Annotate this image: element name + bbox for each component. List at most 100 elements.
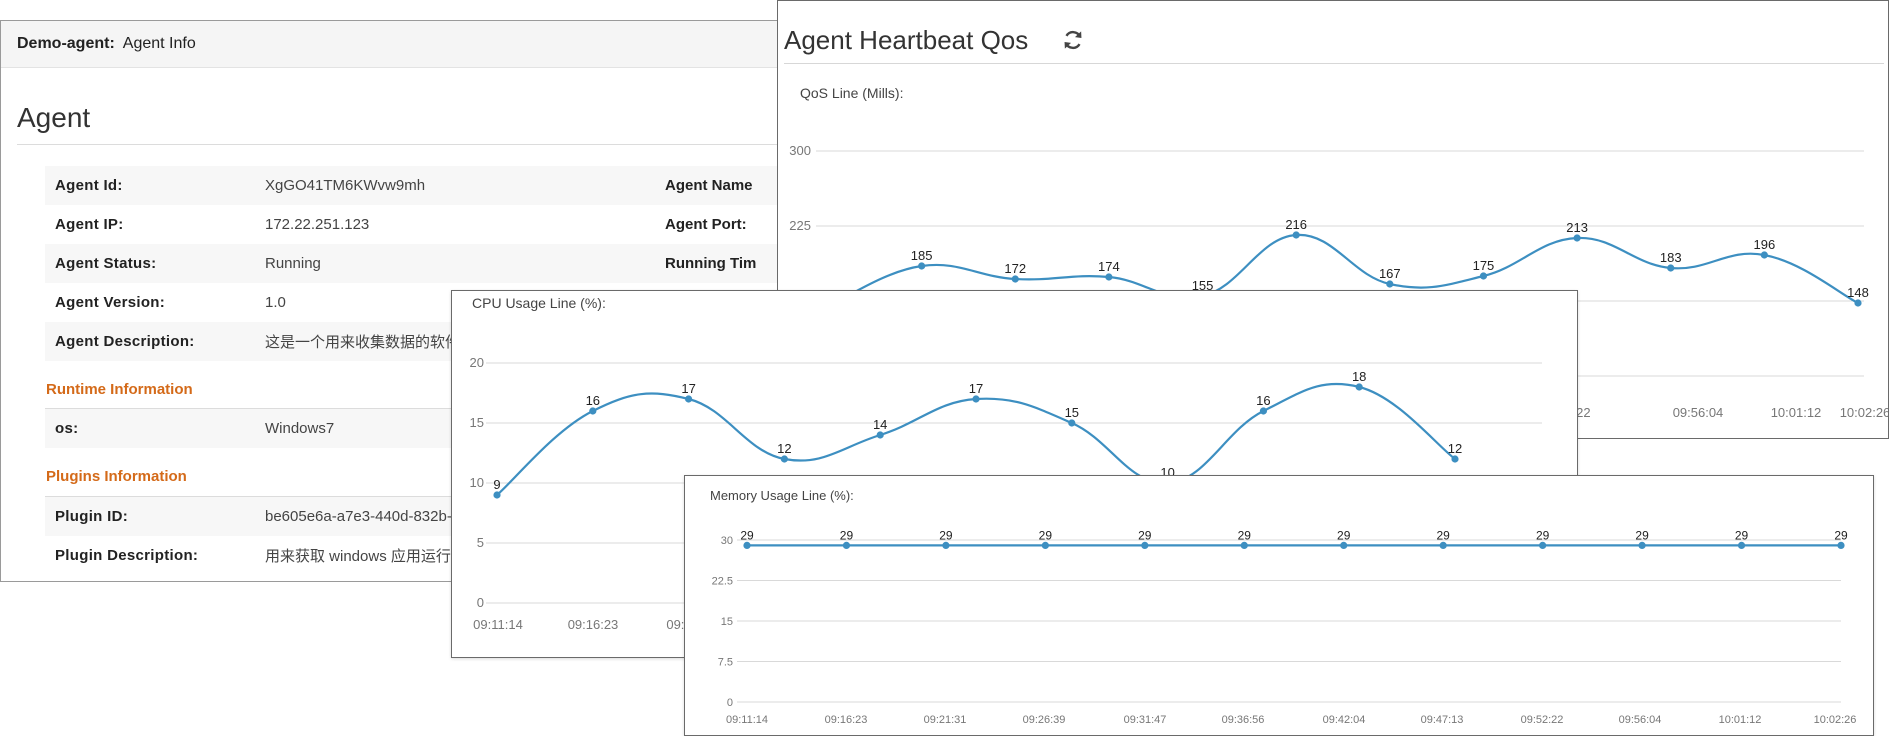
data-point <box>1760 251 1768 259</box>
data-point <box>972 395 980 403</box>
os-label: os: <box>45 408 255 448</box>
data-label: 29 <box>1735 528 1749 542</box>
y-tick-label: 20 <box>470 355 484 370</box>
data-point <box>780 455 788 463</box>
x-tick-label: 10:02:26 <box>1814 714 1857 726</box>
data-label: 29 <box>840 528 854 542</box>
running-time-label: Running Tim <box>655 244 789 283</box>
memory-line-chart: 30 22.5 15 7.5 0 29 29 29 29 29 29 29 29 29 29 29 29 09:1… <box>712 528 1857 726</box>
data-point <box>1068 419 1076 427</box>
x-tick-label: 09:16:23 <box>568 617 619 632</box>
data-label: 16 <box>1256 393 1270 408</box>
data-label: 172 <box>1004 261 1026 276</box>
x-tick-label: 09:36:56 <box>1222 714 1265 726</box>
data-label: 29 <box>1238 528 1252 542</box>
x-tick-label: 09:52:22 <box>1521 714 1564 726</box>
x-tick-label: 09:47:13 <box>1421 714 1464 726</box>
agent-ip-label: Agent IP: <box>55 216 124 233</box>
y-tick-label: 300 <box>789 143 811 158</box>
data-point <box>1439 541 1447 549</box>
data-point <box>685 395 693 403</box>
x-tick-label: 09:56:04 <box>1673 405 1724 420</box>
agent-status-label: Agent Status: <box>45 244 255 283</box>
data-label: 29 <box>1337 528 1351 542</box>
data-label: 17 <box>681 381 695 396</box>
data-point <box>1737 541 1746 549</box>
data-label: 183 <box>1660 250 1682 265</box>
data-label: 216 <box>1285 217 1307 232</box>
data-label: 29 <box>1437 528 1451 542</box>
data-point <box>589 407 597 415</box>
data-point <box>1638 541 1646 549</box>
data-point <box>1240 541 1248 549</box>
x-tick-label: 09:31:47 <box>1124 714 1167 726</box>
agent-name-label: Agent Name <box>655 166 789 205</box>
data-point <box>1105 273 1113 281</box>
y-tick-label: 15 <box>470 415 484 430</box>
y-tick-label: 0 <box>477 595 484 610</box>
y-tick-label: 22.5 <box>712 576 733 588</box>
agent-ip-value: 172.22.251.123 <box>265 216 370 233</box>
x-tick-label: 10:02:26 <box>1840 405 1888 420</box>
data-label: 12 <box>1448 441 1462 456</box>
agent-info-header: Demo-agent: Agent Info <box>1 21 789 68</box>
data-point <box>1667 264 1675 272</box>
agent-title: Agent <box>17 102 91 133</box>
data-point <box>1011 275 1019 283</box>
x-tick-label: 09:11:14 <box>726 714 768 726</box>
y-tick-label: 225 <box>789 218 811 233</box>
data-point <box>493 491 501 499</box>
memory-usage-panel: Memory Usage Line (%): 30 22.5 15 7.5 0 29 29 2… <box>684 475 1874 736</box>
data-label: 29 <box>939 528 953 542</box>
data-label: 17 <box>969 381 983 396</box>
data-point <box>1355 383 1363 391</box>
x-tick-label: 09:16:23 <box>825 714 868 726</box>
x-tick-label: 09:56:04 <box>1619 714 1662 726</box>
y-tick-label: 10 <box>470 475 484 490</box>
table-row: Agent Status: Running Running Tim <box>45 244 789 283</box>
plugin-description-label: Plugin Description: <box>55 547 199 564</box>
plugins-information-title: Plugins Information <box>46 468 187 485</box>
data-label: 15 <box>1065 405 1079 420</box>
agent-id-label: Agent Id: <box>45 166 255 205</box>
plugin-id-label: Plugin ID: <box>45 496 255 536</box>
data-label: 29 <box>1834 528 1848 542</box>
data-label: 167 <box>1379 266 1401 281</box>
x-tick-label: 09:42:04 <box>1323 714 1366 726</box>
data-label: 9 <box>493 477 500 492</box>
agent-status-value: Running <box>255 244 655 283</box>
agent-version-label: Agent Version: <box>55 294 166 311</box>
data-point <box>1041 541 1049 549</box>
data-label: 175 <box>1473 258 1495 273</box>
x-tick-label: 10:01:12 <box>1719 714 1762 726</box>
data-point <box>1479 272 1488 280</box>
data-point <box>1573 234 1581 242</box>
data-label: 29 <box>1635 528 1649 542</box>
data-label: 185 <box>911 248 933 263</box>
data-point <box>876 431 884 439</box>
data-point <box>1340 541 1348 549</box>
data-point <box>1451 455 1459 463</box>
table-row: Agent Id: XgGO41TM6KWvw9mh Agent Name <box>45 166 789 205</box>
data-point <box>1259 407 1267 415</box>
data-label: 213 <box>1566 220 1588 235</box>
header-section-name: Agent Info <box>122 35 196 52</box>
data-point <box>1539 541 1547 549</box>
data-point <box>842 541 851 549</box>
data-label: 29 <box>1138 528 1152 542</box>
data-point <box>1386 280 1394 288</box>
y-tick-label: 5 <box>477 535 484 550</box>
header-agent-name: Demo-agent: <box>17 35 115 52</box>
y-tick-label: 30 <box>721 535 733 547</box>
data-point <box>743 541 751 549</box>
data-point <box>1854 299 1862 307</box>
data-label: 29 <box>1039 528 1053 542</box>
data-label: 148 <box>1847 285 1869 300</box>
x-tick-label: 09:11:14 <box>473 617 523 632</box>
agent-description-label: Agent Description: <box>45 322 255 361</box>
agent-id-value: XgGO41TM6KWvw9mh <box>255 166 655 205</box>
data-label: 14 <box>873 417 887 432</box>
data-label: 29 <box>1536 528 1550 542</box>
data-label: 174 <box>1098 259 1120 274</box>
agent-port-label: Agent Port: <box>665 216 747 233</box>
